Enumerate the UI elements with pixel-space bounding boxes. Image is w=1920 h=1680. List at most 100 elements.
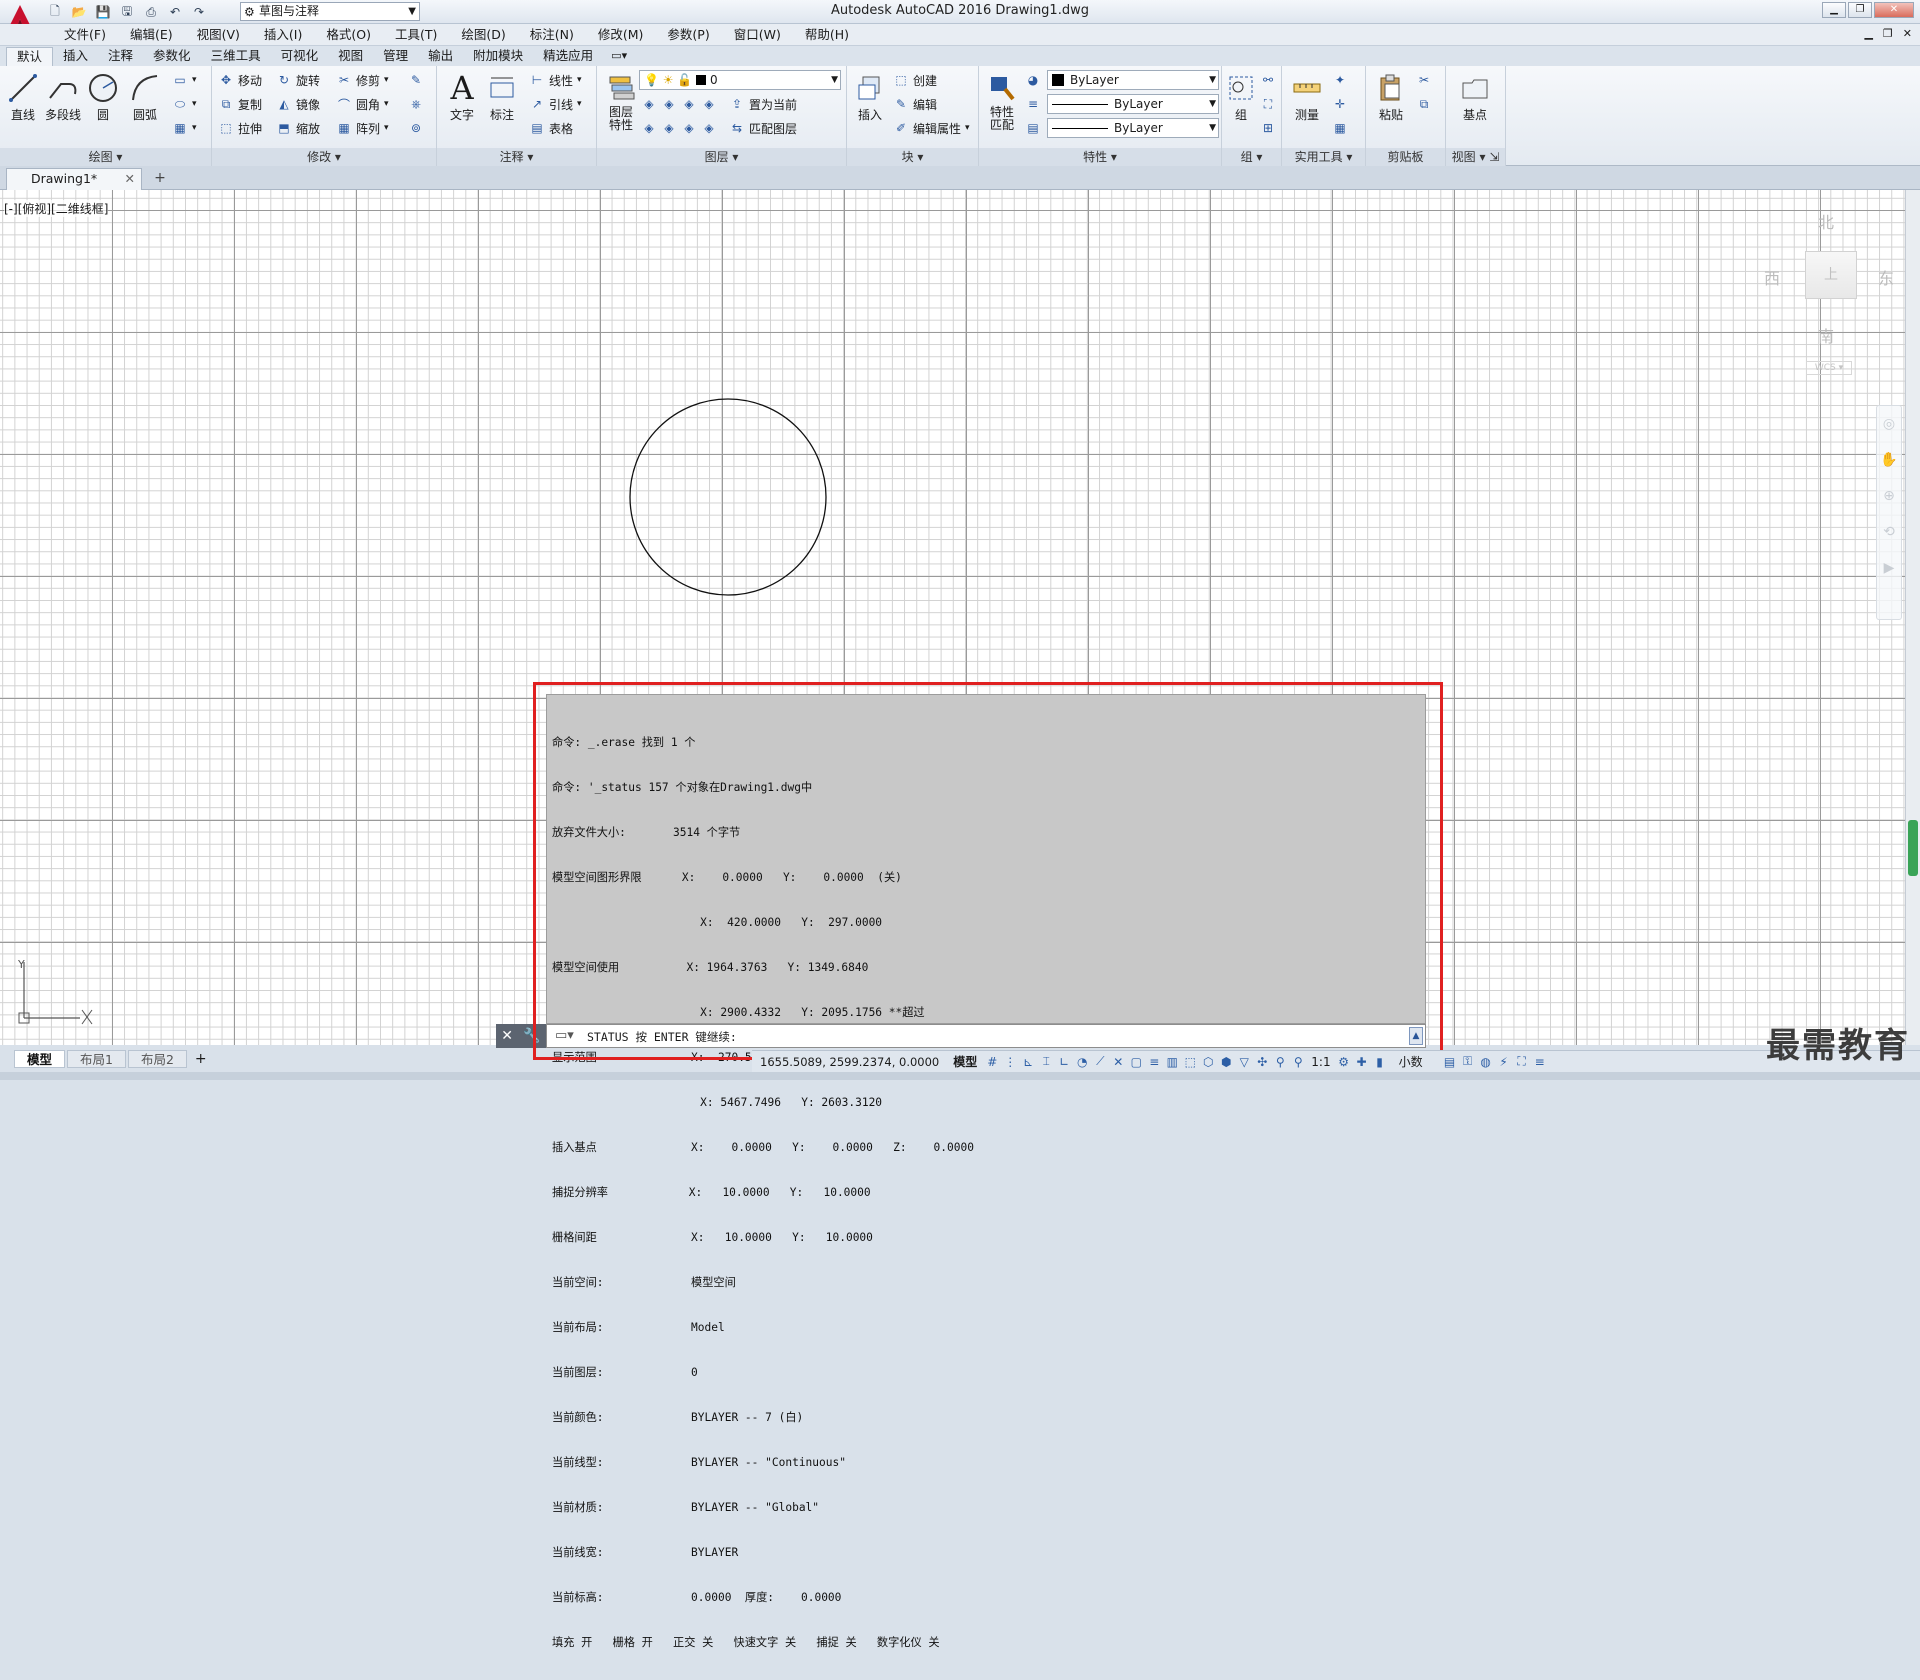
command-line[interactable]: ▭▾ STATUS 按 ENTER 键继续: ▲ — [546, 1024, 1426, 1048]
menu-tools[interactable]: 工具(T) — [383, 27, 449, 43]
move-button[interactable]: ✥ 移动 — [218, 70, 262, 90]
rectangle-button[interactable]: ▭ ▾ — [172, 70, 196, 90]
menu-help[interactable]: 帮助(H) — [793, 27, 861, 43]
group-button[interactable]: 组 — [1224, 70, 1258, 123]
panel-properties-title[interactable]: 特性 ▾ — [979, 148, 1221, 166]
menu-draw[interactable]: 绘图(D) — [449, 27, 517, 43]
paste-button[interactable]: 粘贴 — [1370, 70, 1412, 123]
panel-utilities-title[interactable]: 实用工具 ▾ — [1282, 148, 1365, 166]
panel-groups-title[interactable]: 组 ▾ — [1222, 148, 1281, 166]
close-tab-icon[interactable]: ✕ — [125, 169, 135, 189]
explode-button[interactable]: ⎈ — [408, 94, 424, 114]
linetype-select[interactable]: ByLayer ▼ — [1047, 94, 1219, 114]
insert-block-button[interactable]: 插入 — [849, 70, 891, 123]
scale-button[interactable]: ⬒ 缩放 — [276, 118, 320, 138]
steering-wheel-icon[interactable]: ◎ — [1877, 406, 1901, 442]
circle-button[interactable]: 圆 — [82, 70, 124, 123]
menu-modify[interactable]: 修改(M) — [586, 27, 656, 43]
layer-select[interactable]: 💡 ☀ 🔓 0 ▼ — [639, 70, 841, 90]
snap-icon[interactable]: ⋮ — [1001, 1053, 1019, 1071]
lineweight-button[interactable]: ≡ — [1025, 94, 1041, 114]
annotation-scale[interactable]: 1:1 — [1307, 1055, 1334, 1069]
polar-icon[interactable]: ◔ — [1073, 1053, 1091, 1071]
panel-clipboard-title[interactable]: 剪贴板 — [1366, 148, 1445, 166]
quick-properties-icon[interactable]: ▤ — [1441, 1053, 1459, 1071]
dynamic-ucs-icon[interactable]: ⬢ — [1217, 1053, 1235, 1071]
edit-attributes-button[interactable]: ✐ 编辑属性 ▾ — [893, 118, 970, 138]
tab-view[interactable]: 视图 — [328, 47, 373, 66]
circle-entity[interactable] — [629, 398, 827, 596]
tab-visualize[interactable]: 可视化 — [271, 47, 329, 66]
fillet-button[interactable]: ⌒ 圆角 ▾ — [336, 94, 389, 114]
menu-dimension[interactable]: 标注(N) — [518, 27, 586, 43]
lineweight-select[interactable]: ByLayer ▼ — [1047, 118, 1219, 138]
customization-icon[interactable]: ≡ — [1531, 1053, 1549, 1071]
lineweight-toggle-icon[interactable]: ≡ — [1145, 1053, 1163, 1071]
menu-parametric[interactable]: 参数(P) — [655, 27, 721, 43]
object-snap-tracking-icon[interactable]: ✕ — [1109, 1053, 1127, 1071]
color-select[interactable]: ByLayer ▼ — [1047, 70, 1219, 90]
tab-3d-tools[interactable]: 三维工具 — [201, 47, 271, 66]
calculator-button[interactable]: ▦ — [1332, 118, 1348, 138]
layer-properties-button[interactable]: 图层 特性 — [601, 70, 641, 132]
viewcube[interactable]: 北 西 东 南 上 WCS ▾ — [1750, 205, 1900, 385]
new-tab-button[interactable]: + — [150, 169, 170, 188]
panel-annotation-title[interactable]: 注释 ▾ — [437, 148, 596, 166]
object-snap-icon[interactable]: ▢ — [1127, 1053, 1145, 1071]
match-properties-button[interactable]: 特性 匹配 — [981, 70, 1023, 132]
close-icon[interactable]: ✕ — [501, 1028, 513, 1044]
vertical-scrollbar[interactable] — [1905, 190, 1920, 1045]
panel-view-title[interactable]: 视图 ▾ ⇲ — [1446, 148, 1505, 166]
infer-constraints-icon[interactable]: ⊾ — [1019, 1053, 1037, 1071]
panel-modify-title[interactable]: 修改 ▾ — [212, 148, 436, 166]
arc-button[interactable]: 圆弧 — [124, 70, 166, 123]
wcs-menu[interactable]: WCS ▾ — [1806, 361, 1852, 375]
coordinates-readout[interactable]: 1655.5089, 2599.2374, 0.0000 — [752, 1055, 947, 1069]
units-select[interactable]: 小数 — [1389, 1053, 1441, 1070]
3d-osnap-icon[interactable]: ⬡ — [1199, 1053, 1217, 1071]
isometric-icon[interactable]: ⟋ — [1091, 1053, 1109, 1071]
tab-manage[interactable]: 管理 — [373, 47, 418, 66]
group-edit-button[interactable]: ⛶ — [1260, 94, 1276, 114]
auto-scale-icon[interactable]: ⚲ — [1289, 1053, 1307, 1071]
command-prompt-icon[interactable]: ▭▾ — [555, 1028, 574, 1043]
menu-view[interactable]: 视图(V) — [185, 27, 252, 43]
stretch-button[interactable]: ⬚ 拉伸 — [218, 118, 262, 138]
command-line-gripper[interactable]: ✕ 🔧 — [496, 1024, 546, 1048]
quick-select-button[interactable]: ✦ — [1332, 70, 1348, 90]
hatch-button[interactable]: ▦ ▾ — [172, 118, 196, 138]
ungroup-button[interactable]: ⚯ — [1260, 70, 1276, 90]
ribbon-minimize-icon[interactable]: ▭▾ — [603, 47, 635, 66]
base-view-button[interactable]: 基点 — [1454, 70, 1496, 123]
annotation-visibility-icon[interactable]: ⚲ — [1271, 1053, 1289, 1071]
leader-button[interactable]: ↗ 引线 ▾ — [529, 94, 582, 114]
panel-layers-title[interactable]: 图层 ▾ — [597, 148, 846, 166]
viewcube-south[interactable]: 南 — [1818, 323, 1834, 347]
viewcube-east[interactable]: 东 — [1878, 265, 1894, 289]
menu-window[interactable]: 窗口(W) — [722, 27, 793, 43]
gizmo-icon[interactable]: ✣ — [1253, 1053, 1271, 1071]
model-space-button[interactable]: 模型 — [947, 1053, 983, 1070]
color-wheel-button[interactable]: ◕ — [1025, 70, 1041, 90]
dynamic-input-icon[interactable]: ⌶ — [1037, 1053, 1055, 1071]
scrollbar-thumb[interactable] — [1908, 820, 1918, 876]
orbit-icon[interactable]: ⟲ — [1877, 514, 1901, 550]
panel-draw-title[interactable]: 绘图 ▾ — [0, 148, 211, 166]
command-history-window[interactable]: 命令: _.erase 找到 1 个 命令: '_status 157 个对象在… — [546, 694, 1426, 1649]
units-icon[interactable]: ▮ — [1371, 1053, 1389, 1071]
table-button[interactable]: ▤ 表格 — [529, 118, 573, 138]
doc-minimize-icon[interactable]: ▁ — [1864, 27, 1872, 40]
trim-button[interactable]: ✂ 修剪 ▾ — [336, 70, 389, 90]
panel-block-title[interactable]: 块 ▾ — [847, 148, 978, 166]
cut-button[interactable]: ✂ — [1416, 70, 1432, 90]
erase-button[interactable]: ✎ — [408, 70, 424, 90]
polyline-button[interactable]: 多段线 — [42, 70, 84, 123]
wrench-icon[interactable]: 🔧 — [523, 1028, 540, 1044]
edit-block-button[interactable]: ✎ 编辑 — [893, 94, 937, 114]
doc-close-icon[interactable]: ✕ — [1903, 27, 1912, 40]
point-button[interactable]: ✛ — [1332, 94, 1348, 114]
menu-format[interactable]: 格式(O) — [314, 27, 383, 43]
annotation-monitor-icon[interactable]: ✚ — [1353, 1053, 1371, 1071]
tab-addins[interactable]: 附加模块 — [463, 47, 533, 66]
menu-file[interactable]: 文件(F) — [52, 27, 118, 43]
